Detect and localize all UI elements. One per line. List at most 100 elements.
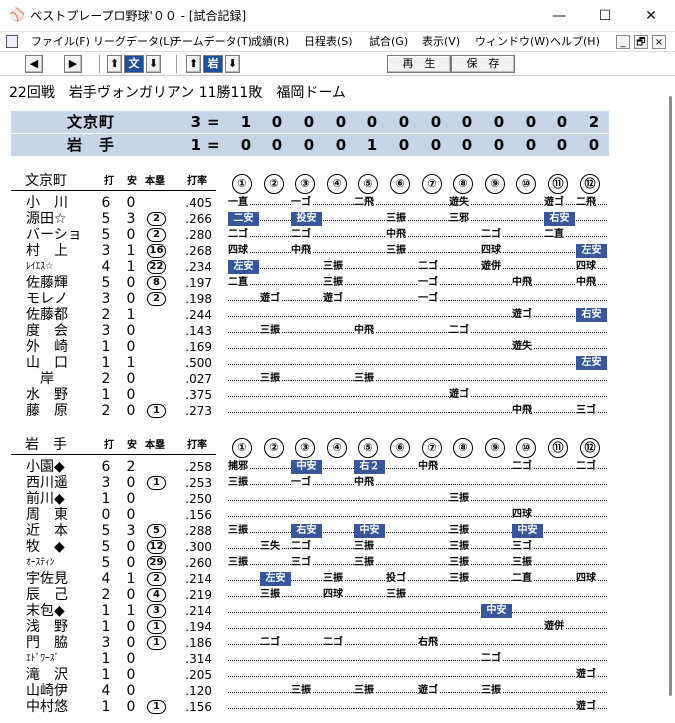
menu-league-data[interactable]: リーグデータ(L) [93, 34, 174, 50]
player-row[interactable]: 小 川 6 0.405 一直 一ゴ 二飛 遊失 遊ゴ 二飛 [0, 195, 620, 211]
linescore-cell: 0 [240, 136, 252, 154]
mdi-close-button[interactable]: × [652, 35, 666, 49]
player-row[interactable]: 山崎伊 4 0 .120 三振 三振 遊ゴ 三振 [0, 683, 620, 699]
linescore-cell: 0 [398, 136, 410, 154]
column-header-avg: 打率 [187, 176, 207, 187]
player-row[interactable]: 水 野 1 0 .375 遊ゴ [0, 387, 620, 403]
player-name: 山 口 [26, 355, 68, 371]
home-run-badge: 12 [147, 540, 166, 554]
dotted-leader [449, 612, 480, 613]
next-game-button[interactable]: ▶ [64, 55, 82, 73]
player-row[interactable]: 佐藤都 2 1 .244 遊ゴ 右安 [0, 307, 620, 323]
mdi-restore-button[interactable]: 🗗 [634, 35, 648, 49]
team2-down-button[interactable]: ⬇ [225, 55, 240, 73]
plate-appearance-cell [323, 355, 354, 371]
player-row[interactable]: 周 東 0 0 .156 四球 [0, 507, 620, 523]
out-result: 三振 [386, 244, 407, 258]
player-row[interactable]: 藤 原 2 0 1 .273 中飛 三ゴ [0, 403, 620, 419]
player-row[interactable]: 山 口 1 1 .500 左安 [0, 355, 620, 371]
plate-appearance-cell: 二ゴ [481, 227, 512, 243]
mdi-minimize-button[interactable]: _ [616, 35, 630, 49]
player-row[interactable]: 門 脇 3 0 1 .186 二ゴ 二ゴ 右飛 [0, 635, 620, 651]
menu-help[interactable]: ヘルプ(H) [550, 34, 600, 50]
player-name: ｵｰｽﾃｨﾝ [26, 557, 55, 568]
player-name: 源田☆ [26, 211, 67, 227]
plate-appearance-cell [228, 291, 259, 307]
plate-appearance-cell [512, 603, 543, 619]
plate-appearance-cell: 遊併 [544, 619, 575, 635]
player-row[interactable]: 小園◆ 6 2 .258 捕邪 中安 右２ 中飛 二ゴ 二ゴ [0, 459, 620, 475]
hit-result: 投安 [291, 212, 322, 226]
player-row[interactable]: バーショ 5 0 2 .280 二ゴ 二ゴ 中飛 二ゴ 二直 [0, 227, 620, 243]
menu-team-data[interactable]: チームデータ(T) [171, 34, 252, 50]
player-row[interactable]: 辰 己 2 0 4 .219 三振 四球 三振 [0, 587, 620, 603]
player-name: 前川◆ [26, 491, 65, 507]
at-bats: 2 [101, 587, 111, 603]
player-name: バーショ [26, 227, 82, 243]
dotted-leader [481, 348, 512, 349]
dotted-leader [291, 268, 322, 269]
team2-select-button[interactable]: 岩 [203, 55, 223, 73]
menu-window[interactable]: ウィンドウ(W) [475, 34, 549, 50]
player-row[interactable]: 浅 野 1 0 1 .194 遊併 [0, 619, 620, 635]
player-row[interactable]: 牧 ◆ 5 0 12 .300 三失 二ゴ 三振 三振 三ゴ [0, 539, 620, 555]
dotted-leader [544, 300, 575, 301]
plate-appearance-cell [228, 587, 259, 603]
plate-appearance-cell [354, 355, 385, 371]
dotted-leader [544, 364, 575, 365]
dotted-leader [449, 284, 480, 285]
player-row[interactable]: 佐藤輝 5 0 8 .197 二直 三振 一ゴ 中飛 中飛 [0, 275, 620, 291]
menu-game[interactable]: 試合(G) [369, 34, 408, 50]
close-button[interactable]: ✕ [628, 0, 674, 32]
hits: 3 [126, 523, 136, 539]
team1-down-button[interactable]: ⬇ [146, 55, 161, 73]
team1-select-button[interactable]: 文 [124, 55, 144, 73]
player-row[interactable]: モレノ 3 0 2 .198 遊ゴ 遊ゴ 一ゴ [0, 291, 620, 307]
menu-records[interactable]: 成績(R) [251, 34, 289, 50]
minimize-button[interactable]: — [536, 0, 582, 32]
player-row[interactable]: 岸 2 0 .027 三振 三振 [0, 371, 620, 387]
player-row[interactable]: 源田☆ 5 3 2 .266 二安 投安 三振 三邪 右安 [0, 211, 620, 227]
dotted-leader [418, 548, 449, 549]
save-button[interactable]: 保 存 [451, 55, 515, 73]
menu-file[interactable]: ファイル(F) [31, 34, 90, 50]
team1-up-button[interactable]: ⬆ [107, 55, 122, 73]
player-row[interactable]: 近 本 5 3 5 .288 三振 右安 中安 三振 中安 [0, 523, 620, 539]
dotted-leader [512, 692, 543, 693]
player-row[interactable]: 滝 沢 1 0 .205 遊ゴ [0, 667, 620, 683]
player-row[interactable]: 前川◆ 1 0 .250 三振 [0, 491, 620, 507]
player-row[interactable]: ﾚｲｴｽ☆ 4 1 22 .234 左安 三振 二ゴ 遊併 四球 [0, 259, 620, 275]
player-row[interactable]: 西川遥 3 0 1 .253 三振 一ゴ 中飛 [0, 475, 620, 491]
player-row[interactable]: 外 崎 1 0 .169 遊失 [0, 339, 620, 355]
maximize-button[interactable]: ☐ [582, 0, 628, 32]
menu-view[interactable]: 表示(V) [422, 34, 460, 50]
plate-appearance-cell [576, 539, 607, 555]
player-row[interactable]: 末包◆ 1 1 3.214 中安 [0, 603, 620, 619]
scrollbar-thumb[interactable] [669, 96, 672, 696]
inning-header: ⑥ [390, 174, 410, 194]
team2-up-button[interactable]: ⬆ [186, 55, 201, 73]
player-name: 岸 [26, 371, 54, 387]
at-bats: 4 [101, 683, 111, 699]
play-button[interactable]: 再 生 [387, 55, 451, 73]
prev-game-button[interactable]: ◀ [25, 55, 43, 73]
document-icon[interactable] [6, 35, 18, 48]
baseball-app-icon[interactable]: ⚾ [9, 8, 25, 24]
player-row[interactable]: 度 会 3 0 .143 三振 中飛 二ゴ [0, 323, 620, 339]
player-row[interactable]: 宇佐見 4 1 2 .214 左安 三振 投ゴ 三振 二直 四球 [0, 571, 620, 587]
dotted-leader [481, 564, 512, 565]
dotted-leader [354, 580, 385, 581]
player-row[interactable]: ｵｰｽﾃｨﾝ 5 0 29 .260 三振 三ゴ 三振 三振 三振 [0, 555, 620, 571]
player-row[interactable]: 中村悠 1 0 1 .156 遊ゴ [0, 699, 620, 715]
plate-appearance-cell [260, 699, 291, 715]
dotted-leader [354, 252, 385, 253]
plate-appearance-cell [418, 339, 449, 355]
dotted-leader [512, 380, 543, 381]
dotted-leader [260, 236, 291, 237]
plate-appearance-cell [481, 619, 512, 635]
player-row[interactable]: ｴﾄﾞﾜｰｽﾞ 1 0 .314 二ゴ [0, 651, 620, 667]
menu-bar: ファイル(F) リーグデータ(L) チームデータ(T) 成績(R) 日程表(S)… [0, 32, 675, 52]
menu-schedule[interactable]: 日程表(S) [304, 34, 353, 50]
player-row[interactable]: 村 上 3 1 16 .268 四球 中飛 三振 四球 左安 [0, 243, 620, 259]
dotted-leader [260, 612, 291, 613]
